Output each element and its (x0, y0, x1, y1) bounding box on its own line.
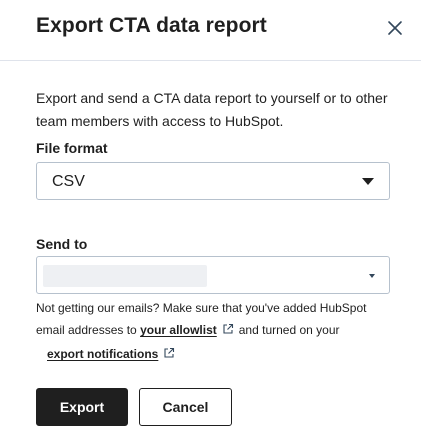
export-button[interactable]: Export (36, 388, 128, 426)
close-icon (388, 21, 402, 35)
dialog-description: Export and send a CTA data report to you… (36, 90, 388, 129)
help-text-suffix: and turned on your (238, 323, 340, 337)
help-text-prefix: email addresses to (36, 323, 137, 337)
send-to-select[interactable] (36, 256, 390, 294)
file-format-label: File format (36, 140, 108, 156)
external-link-icon (223, 323, 233, 334)
allowlist-link[interactable]: your allowlist (140, 323, 217, 337)
close-button[interactable] (383, 16, 407, 40)
help-text-line-2: email addresses to your allowlist and tu… (36, 322, 340, 338)
dialog-header: Export CTA data report (0, 0, 421, 61)
export-notifications-link[interactable]: export notifications (47, 347, 158, 361)
dialog-title: Export CTA data report (36, 14, 267, 37)
cancel-button[interactable]: Cancel (139, 388, 232, 426)
file-format-value: CSV (52, 173, 85, 190)
help-text-line-1: Not getting our emails? Make sure that y… (36, 301, 367, 315)
send-to-value (43, 265, 207, 287)
caret-down-icon (369, 274, 375, 278)
help-text-line-3: export notifications (47, 346, 180, 362)
file-format-select[interactable]: CSV (36, 162, 390, 200)
external-link-icon (164, 347, 175, 358)
send-to-label: Send to (36, 236, 88, 252)
caret-down-icon (362, 178, 374, 185)
